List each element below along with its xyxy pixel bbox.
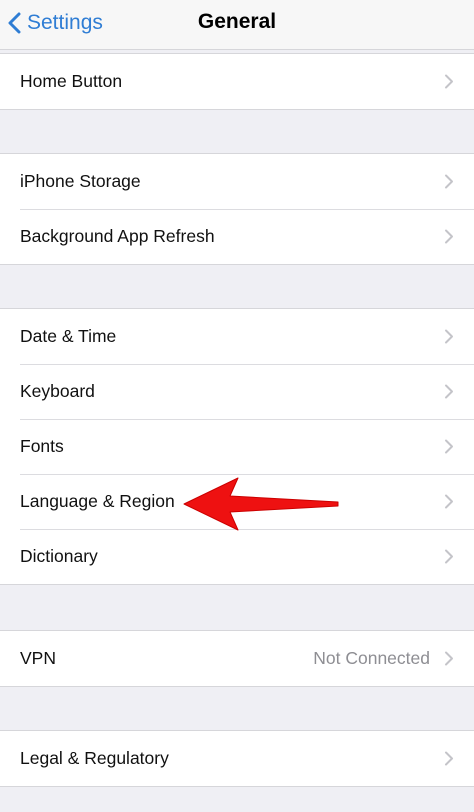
row-label: Keyboard — [20, 381, 95, 401]
row-label: Legal & Regulatory — [20, 748, 169, 768]
row-label: iPhone Storage — [20, 171, 141, 191]
row-legal-regulatory[interactable]: Legal & Regulatory — [0, 731, 474, 786]
row-fonts[interactable]: Fonts — [0, 419, 474, 474]
row-label: Home Button — [20, 71, 123, 91]
chevron-right-icon — [445, 549, 453, 564]
row-label: Background App Refresh — [20, 226, 215, 246]
chevron-right-icon — [445, 74, 453, 89]
row-home-button[interactable]: Home Button — [0, 54, 474, 109]
group-locale: Date & Time Keyboard Fonts Language & Re… — [0, 308, 474, 585]
vpn-status: Not Connected — [313, 648, 430, 668]
row-label: Fonts — [20, 436, 64, 456]
row-date-time[interactable]: Date & Time — [0, 309, 474, 364]
chevron-right-icon — [445, 751, 453, 766]
row-vpn[interactable]: VPN Not Connected — [0, 631, 474, 686]
navigation-bar: Settings General — [0, 0, 474, 50]
row-keyboard[interactable]: Keyboard — [0, 364, 474, 419]
chevron-right-icon — [445, 229, 453, 244]
group-storage: iPhone Storage Background App Refresh — [0, 153, 474, 265]
page-title: General — [197, 10, 277, 33]
row-dictionary[interactable]: Dictionary — [0, 529, 474, 584]
row-background-app-refresh[interactable]: Background App Refresh — [0, 209, 474, 264]
group-vpn: VPN Not Connected — [0, 630, 474, 687]
chevron-right-icon — [445, 329, 453, 344]
chevron-right-icon — [445, 384, 453, 399]
chevron-right-icon — [445, 174, 453, 189]
row-iphone-storage[interactable]: iPhone Storage — [0, 154, 474, 209]
annotation-arrow-icon — [183, 477, 339, 531]
group-legal: Legal & Regulatory — [0, 730, 474, 787]
row-label: Language & Region — [20, 491, 175, 511]
row-label: Date & Time — [20, 326, 117, 346]
chevron-right-icon — [445, 494, 453, 509]
chevron-right-icon — [445, 651, 453, 666]
group-home-button: Home Button — [0, 53, 474, 110]
row-label: VPN — [20, 648, 56, 668]
chevron-right-icon — [445, 439, 453, 454]
row-label: Dictionary — [20, 546, 98, 566]
